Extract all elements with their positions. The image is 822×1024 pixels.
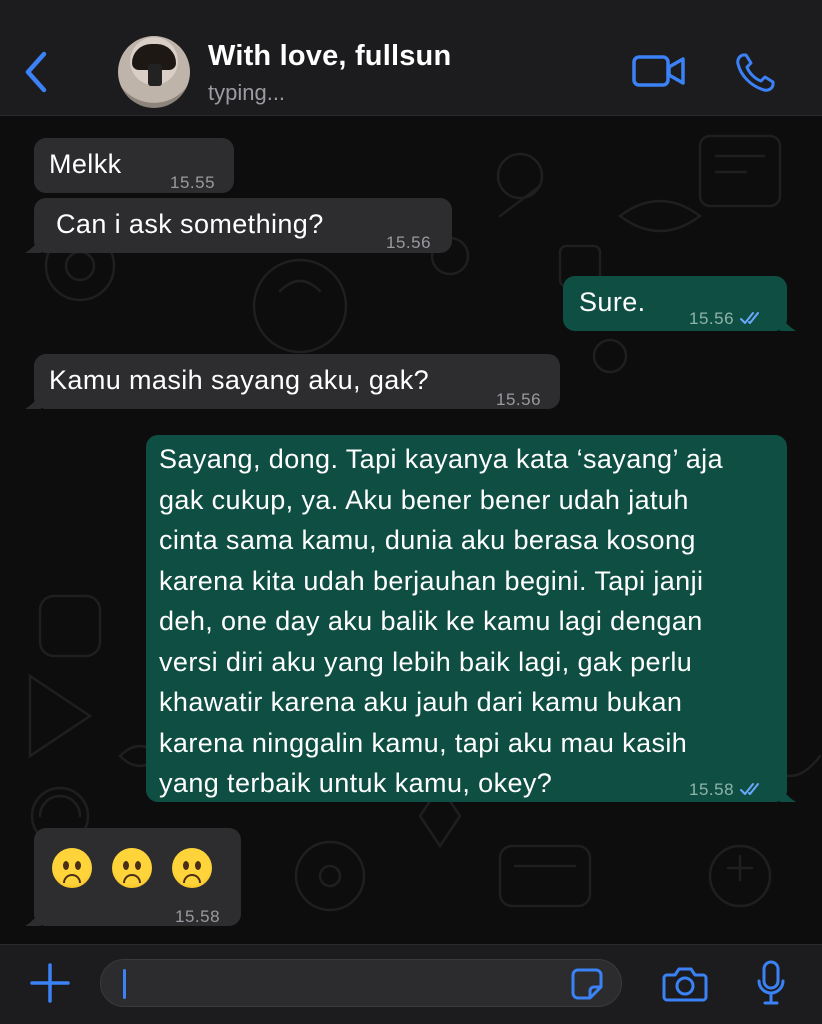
- sticker-icon: [571, 968, 603, 1000]
- message-bubble-incoming[interactable]: Can i ask something? 15.56: [25, 198, 452, 253]
- input-bar: [0, 944, 822, 1024]
- message-line: khawatir karena aku jauh dari kamu bukan: [159, 687, 683, 717]
- chat-header: With love, fullsun typing...: [0, 0, 822, 116]
- message-line: versi diri aku yang lebih baik lagi, gak…: [159, 646, 693, 677]
- message-bubble-incoming[interactable]: Kamu masih sayang aku, gak? 15.56: [25, 354, 560, 409]
- text-cursor: [123, 969, 126, 999]
- message-line: karena kita udah berjauhan begini. Tapi …: [159, 565, 704, 596]
- message-line: cinta sama kamu, dunia aku berasa kosong: [159, 525, 696, 555]
- back-button[interactable]: [20, 50, 56, 94]
- message-timestamp: 15.56: [496, 390, 542, 409]
- bubble-tail: [25, 910, 41, 926]
- message-bubble-incoming[interactable]: Melkk 15.55: [34, 138, 234, 193]
- contact-name[interactable]: With love, fullsun: [208, 40, 451, 73]
- emoji-row: [52, 848, 241, 888]
- message-timestamp: 15.58: [175, 907, 221, 926]
- camera-button[interactable]: [662, 965, 708, 1003]
- double-check-icon: [740, 312, 760, 324]
- chevron-left-icon: [25, 51, 47, 93]
- bubble-tail: [25, 237, 41, 253]
- microphone-icon: [757, 960, 785, 1005]
- bubble-tail: [780, 786, 796, 802]
- frowning-face-icon: [172, 848, 212, 888]
- message-bubble-incoming[interactable]: 15.58: [25, 828, 241, 926]
- message-text: Melkk: [49, 149, 122, 179]
- message-bubble-outgoing[interactable]: Sayang, dong. Tapi kayanya kata ‘sayang’…: [146, 435, 796, 802]
- message-line: gak cukup, ya. Aku bener bener udah jatu…: [159, 484, 689, 515]
- bubble-tail: [25, 393, 41, 409]
- avatar[interactable]: [118, 36, 190, 108]
- message-line: Sayang, dong. Tapi kayanya kata ‘sayang’…: [159, 444, 723, 474]
- message-input[interactable]: [100, 959, 622, 1007]
- microphone-button[interactable]: [756, 959, 786, 1007]
- frowning-face-icon: [112, 848, 152, 888]
- bubble-tail: [780, 315, 796, 331]
- message-time: 15.56: [689, 309, 735, 328]
- message-text: Kamu masih sayang aku, gak?: [49, 365, 430, 395]
- frowning-face-icon: [52, 848, 92, 888]
- double-check-icon: [740, 783, 760, 795]
- message-time: 15.58: [689, 780, 735, 799]
- avatar-phone: [148, 64, 162, 86]
- camera-icon: [662, 967, 708, 1002]
- video-call-button[interactable]: [632, 52, 686, 90]
- attach-button[interactable]: [28, 961, 72, 1005]
- sticker-button[interactable]: [570, 967, 604, 1001]
- message-bubble-outgoing[interactable]: Sure. 15.56: [563, 276, 796, 331]
- chat-area[interactable]: Melkk 15.55 Can i ask something? 15.56 S…: [0, 116, 822, 944]
- message-line: deh, one day aku balik ke kamu lagi deng…: [159, 606, 703, 636]
- plus-icon: [30, 963, 70, 1003]
- message-timestamp: 15.58: [689, 770, 764, 811]
- message-text: Sure.: [579, 287, 646, 317]
- message-timestamp: 15.56: [386, 233, 432, 252]
- phone-icon: [736, 53, 775, 92]
- message-timestamp: 15.56: [689, 299, 764, 340]
- message-text: Can i ask something?: [56, 209, 324, 239]
- voice-call-button[interactable]: [734, 52, 776, 94]
- message-line: karena ninggalin kamu, tapi aku mau kasi…: [159, 727, 688, 758]
- contact-status: typing...: [208, 80, 286, 105]
- video-camera-icon: [632, 55, 685, 87]
